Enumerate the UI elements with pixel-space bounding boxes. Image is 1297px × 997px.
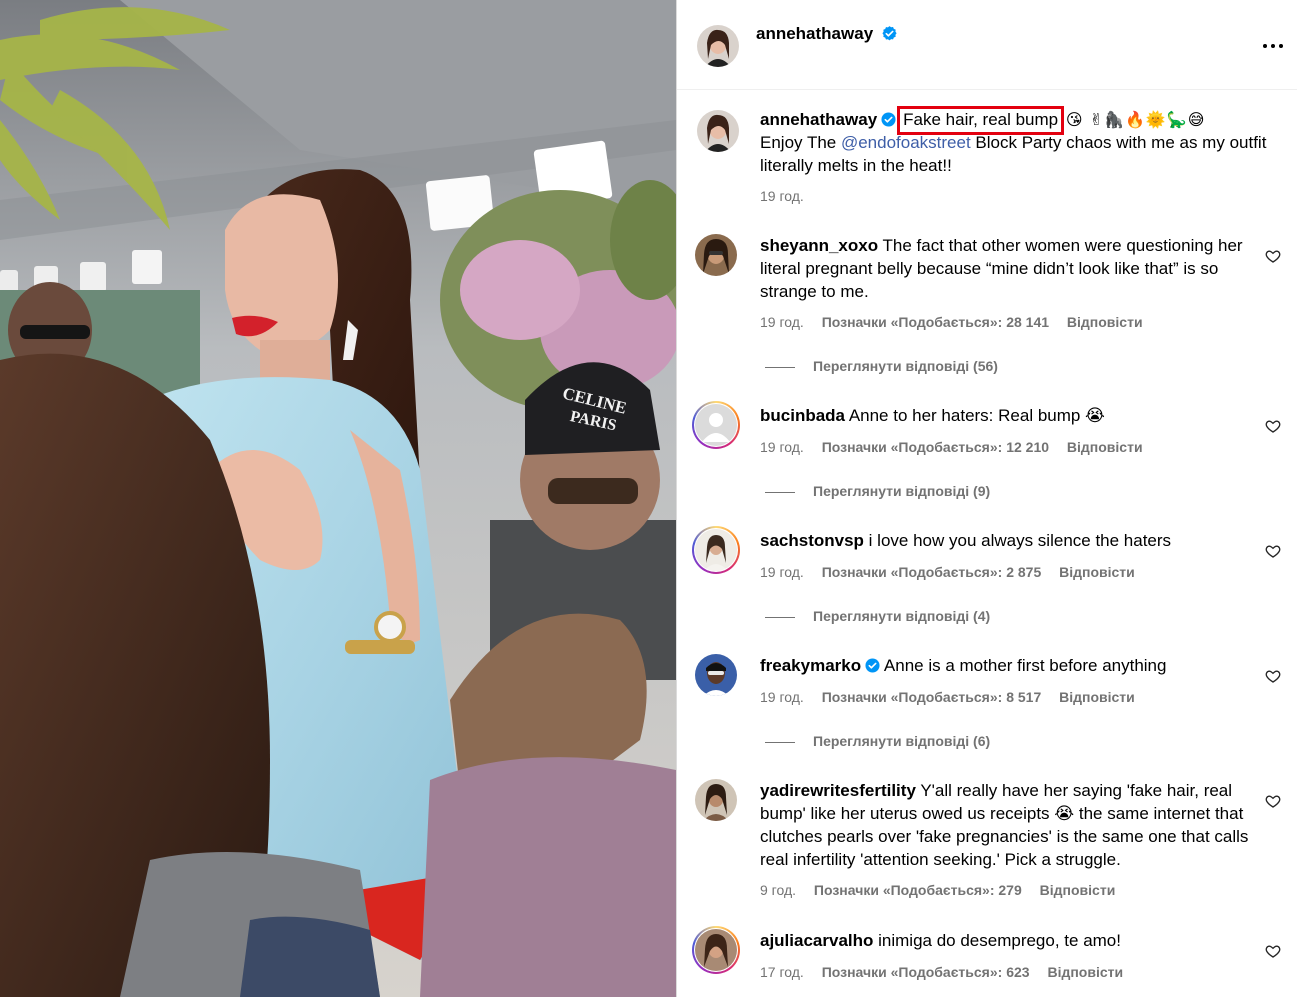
caption-username[interactable]: annehathaway — [760, 110, 877, 129]
post-header: annehathaway — [677, 0, 1297, 90]
view-replies-label: Переглянути відповіді (56) — [813, 358, 998, 374]
caption-emojis: 😘 ✌🦍🔥🌞🦕😅 — [1065, 110, 1206, 129]
commenter-avatar[interactable] — [695, 404, 737, 446]
comment-body: bucinbada Anne to her haters: Real bump … — [760, 404, 1255, 427]
commenter-username[interactable]: ajuliacarvalho — [760, 931, 873, 950]
reply-button[interactable]: Відповісти — [1059, 564, 1135, 580]
comment-text: Anne is a mother first before anything — [883, 656, 1167, 675]
author-username[interactable]: annehathaway — [756, 24, 873, 43]
reply-button[interactable]: Відповісти — [1067, 439, 1143, 455]
post-caption: annehathaway Fake hair, real bump 😘 ✌🦍🔥🌞🦕… — [760, 106, 1280, 208]
comment-body: yadirewritesfertility Y'all really have … — [760, 779, 1255, 871]
view-replies-label: Переглянути відповіді (4) — [813, 608, 991, 624]
caption-mention-link[interactable]: @endofoakstreet — [841, 133, 971, 152]
author-avatar[interactable] — [697, 25, 739, 67]
header-author: annehathaway — [756, 24, 897, 44]
like-heart-icon[interactable] — [1265, 543, 1281, 559]
view-replies-label: Переглянути відповіді (9) — [813, 483, 991, 499]
replies-line — [765, 491, 795, 493]
more-options-icon[interactable] — [1261, 36, 1285, 56]
reply-button[interactable]: Відповісти — [1059, 689, 1135, 705]
replies-line — [765, 366, 795, 368]
comment-meta: 19 год. Позначки «Подобається»: 8 517 Ві… — [760, 689, 1149, 705]
caption-highlighted-text: Fake hair, real bump — [897, 106, 1065, 135]
view-replies-link[interactable]: Переглянути відповіді (6) — [765, 733, 990, 749]
reply-button[interactable]: Відповісти — [1047, 964, 1123, 980]
post-side-panel: annehathaway annehathaway Fake hair, real… — [677, 0, 1297, 997]
reply-button[interactable]: Відповісти — [1067, 314, 1143, 330]
instagram-post-view: CELINE PARIS annehathaway annehathaway F… — [0, 0, 1297, 997]
like-heart-icon[interactable] — [1265, 943, 1281, 959]
comment-time[interactable]: 19 год. — [760, 314, 804, 330]
commenter-username[interactable]: sachstonvsp — [760, 531, 864, 550]
commenter-avatar[interactable] — [695, 654, 737, 696]
comment-likes[interactable]: Позначки «Подобається»: 8 517 — [822, 689, 1042, 705]
comment-time[interactable]: 17 год. — [760, 964, 804, 980]
comment-meta: 19 год. Позначки «Подобається»: 12 210 В… — [760, 439, 1157, 455]
caption-author-avatar[interactable] — [697, 110, 739, 152]
commenter-username[interactable]: bucinbada — [760, 406, 845, 425]
commenter-username[interactable]: yadirewritesfertility — [760, 781, 916, 800]
replies-line — [765, 616, 795, 618]
comment-text: Anne to her haters: Real bump 😭 — [848, 406, 1105, 425]
comment-body: sheyann_xoxo The fact that other women w… — [760, 234, 1255, 303]
comment-body: freakymarko Anne is a mother first befor… — [760, 654, 1255, 677]
reply-button[interactable]: Відповісти — [1040, 882, 1116, 898]
story-ring[interactable] — [692, 401, 740, 449]
comment-meta: 9 год. Позначки «Подобається»: 279 Відпо… — [760, 882, 1129, 898]
comment-body: sachstonvsp i love how you always silenc… — [760, 529, 1255, 552]
comment-likes[interactable]: Позначки «Подобається»: 2 875 — [822, 564, 1042, 580]
verified-badge-icon — [881, 112, 896, 127]
comment-likes[interactable]: Позначки «Подобається»: 623 — [822, 964, 1030, 980]
like-heart-icon[interactable] — [1265, 668, 1281, 684]
view-replies-link[interactable]: Переглянути відповіді (9) — [765, 483, 990, 499]
commenter-avatar[interactable] — [695, 529, 737, 571]
comment-body: ajuliacarvalho inimiga do desemprego, te… — [760, 929, 1255, 952]
view-replies-link[interactable]: Переглянути відповіді (56) — [765, 358, 998, 374]
comment-meta: 17 год. Позначки «Подобається»: 623 Відп… — [760, 964, 1137, 980]
story-ring[interactable] — [692, 526, 740, 574]
commenter-username[interactable]: freakymarko — [760, 656, 861, 675]
comment-likes[interactable]: Позначки «Подобається»: 279 — [814, 882, 1022, 898]
commenter-username[interactable]: sheyann_xoxo — [760, 236, 878, 255]
comment-meta: 19 год. Позначки «Подобається»: 2 875 Ві… — [760, 564, 1149, 580]
like-heart-icon[interactable] — [1265, 248, 1281, 264]
commenter-avatar[interactable] — [695, 779, 737, 821]
comment-likes[interactable]: Позначки «Подобається»: 12 210 — [822, 439, 1049, 455]
like-heart-icon[interactable] — [1265, 418, 1281, 434]
comment-text: i love how you always silence the haters — [868, 531, 1172, 550]
comment-meta: 19 год. Позначки «Подобається»: 28 141 В… — [760, 314, 1157, 330]
comment-likes[interactable]: Позначки «Подобається»: 28 141 — [822, 314, 1049, 330]
commenter-avatar[interactable] — [695, 929, 737, 971]
caption-prefix: Enjoy The — [760, 133, 841, 152]
commenter-avatar[interactable] — [695, 234, 737, 276]
comment-time[interactable]: 19 год. — [760, 439, 804, 455]
view-replies-label: Переглянути відповіді (6) — [813, 733, 991, 749]
verified-badge-icon — [865, 658, 880, 673]
comment-time[interactable]: 19 год. — [760, 689, 804, 705]
comment-text: inimiga do desemprego, te amo! — [878, 931, 1121, 950]
replies-line — [765, 741, 795, 743]
post-photo[interactable]: CELINE PARIS — [0, 0, 676, 997]
caption-timestamp[interactable]: 19 год. — [760, 185, 1280, 208]
view-replies-link[interactable]: Переглянути відповіді (4) — [765, 608, 990, 624]
like-heart-icon[interactable] — [1265, 793, 1281, 809]
story-ring[interactable] — [692, 926, 740, 974]
verified-badge-icon — [882, 26, 897, 41]
comment-time[interactable]: 19 год. — [760, 564, 804, 580]
comment-time[interactable]: 9 год. — [760, 882, 796, 898]
